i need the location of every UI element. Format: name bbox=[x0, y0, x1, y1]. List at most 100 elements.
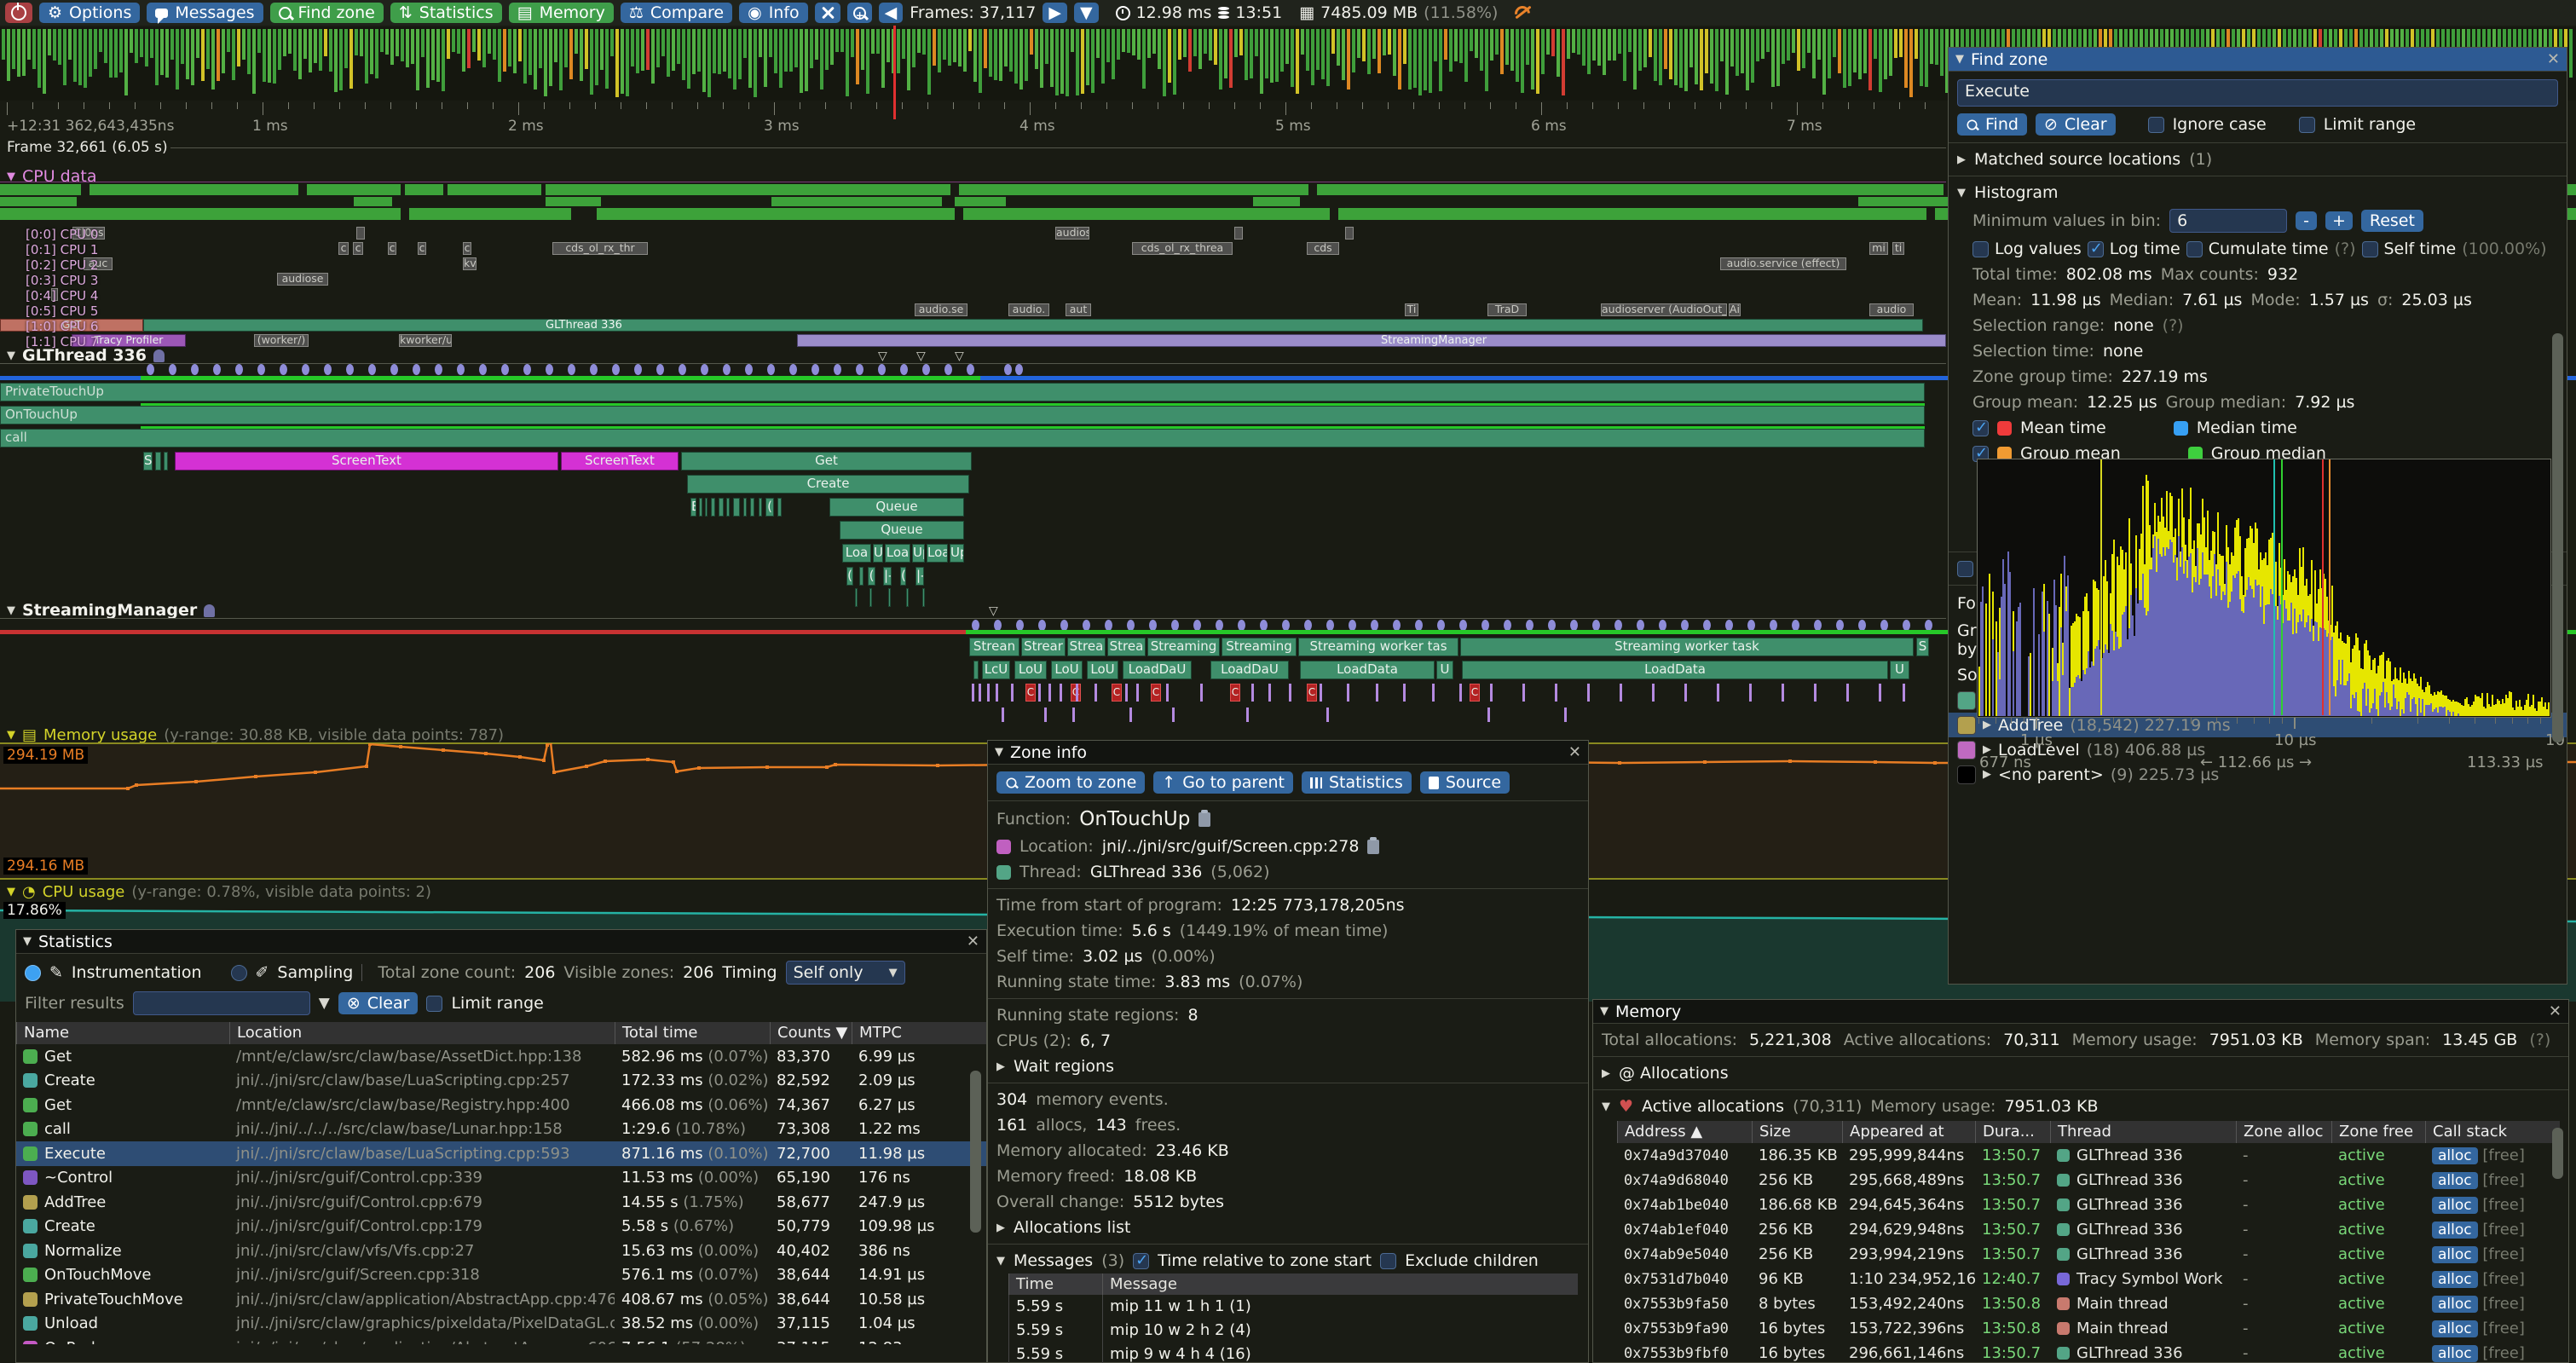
frame-bar[interactable] bbox=[779, 29, 783, 88]
frame-bar[interactable] bbox=[1746, 29, 1749, 90]
frame-bar[interactable] bbox=[1418, 29, 1422, 95]
frame-bar[interactable] bbox=[1071, 29, 1074, 52]
frame-bar[interactable] bbox=[1736, 29, 1739, 76]
frame-bar[interactable] bbox=[1689, 29, 1693, 67]
frame-bar[interactable] bbox=[1260, 29, 1263, 94]
collapsed-zone-dot[interactable] bbox=[745, 364, 753, 375]
zone-bar[interactable]: Loa bbox=[885, 544, 910, 563]
zone-bar[interactable] bbox=[164, 452, 168, 471]
frame-bar[interactable] bbox=[1444, 29, 1447, 60]
frame-bar[interactable] bbox=[78, 29, 82, 85]
collapsed-zone-dot[interactable] bbox=[235, 364, 243, 375]
frame-bar[interactable] bbox=[222, 29, 225, 73]
compare-button[interactable]: ⚖Compare bbox=[621, 3, 732, 23]
frame-bar[interactable] bbox=[1142, 29, 1146, 89]
frame-bar[interactable] bbox=[1700, 29, 1703, 90]
stats-column-header[interactable]: Location bbox=[229, 1022, 615, 1044]
frame-bar[interactable] bbox=[759, 29, 762, 57]
frame-bar[interactable] bbox=[390, 29, 394, 65]
frame-bar[interactable] bbox=[99, 29, 102, 52]
frame-bar[interactable] bbox=[580, 29, 583, 81]
collapsed-zone-dot[interactable] bbox=[856, 364, 863, 375]
frame-bar[interactable] bbox=[610, 29, 614, 56]
alloc-link[interactable]: alloc bbox=[2432, 1246, 2478, 1263]
frame-bar[interactable] bbox=[319, 29, 322, 71]
cpu-zone-bar[interactable] bbox=[1234, 227, 1243, 240]
frame-bar[interactable] bbox=[140, 29, 143, 57]
frame-bar[interactable] bbox=[1434, 29, 1437, 61]
frame-bar[interactable] bbox=[1306, 29, 1309, 71]
frame-bar[interactable] bbox=[1393, 29, 1396, 76]
cpu-usage-header[interactable]: ▼◔ CPU usage (y-range: 0.78%, visible da… bbox=[7, 883, 431, 901]
collapsed-zone-dot[interactable] bbox=[213, 364, 221, 375]
cpu-zone-bar[interactable]: (worker/) bbox=[254, 334, 309, 347]
collapsed-zone-dot[interactable] bbox=[435, 364, 442, 375]
frame-bar[interactable] bbox=[1771, 29, 1775, 87]
memory-column-header[interactable]: Call stack bbox=[2425, 1121, 2562, 1143]
statistics-table-header[interactable]: NameLocationTotal timeCounts ▼MTPC bbox=[16, 1022, 986, 1044]
frame-bar[interactable] bbox=[431, 29, 435, 80]
frame-bar[interactable] bbox=[201, 29, 205, 81]
frame-bar[interactable] bbox=[825, 29, 829, 70]
frame-bar[interactable] bbox=[1935, 29, 1938, 65]
memory-panel-titlebar[interactable]: ▼Memory ✕ bbox=[1593, 1000, 2568, 1024]
frame-bar[interactable] bbox=[984, 29, 987, 68]
frame-bar[interactable] bbox=[1106, 29, 1110, 62]
frame-bar[interactable] bbox=[1398, 29, 1401, 90]
bin-minus-button[interactable]: - bbox=[2296, 211, 2317, 230]
zone-bar[interactable] bbox=[888, 588, 891, 607]
frame-bar[interactable] bbox=[1296, 29, 1299, 94]
zone-bar[interactable]: Queue bbox=[829, 498, 964, 517]
collapsed-zone-dot[interactable] bbox=[479, 364, 487, 375]
frame-bar[interactable] bbox=[866, 29, 869, 94]
frame-bar[interactable] bbox=[1403, 29, 1406, 64]
frame-bar[interactable] bbox=[564, 29, 568, 67]
frame-bar[interactable] bbox=[1234, 29, 1238, 57]
frame-bar[interactable] bbox=[1838, 29, 1841, 73]
frame-bar[interactable] bbox=[682, 29, 685, 80]
zoom-tool-button[interactable] bbox=[847, 3, 872, 23]
frame-bar[interactable] bbox=[646, 29, 650, 70]
frame-bar[interactable] bbox=[288, 29, 292, 54]
legend-checkbox[interactable] bbox=[1972, 420, 1989, 436]
frame-bar[interactable] bbox=[1613, 29, 1616, 61]
findzone-scrollbar[interactable] bbox=[2552, 333, 2563, 742]
frame-bar[interactable] bbox=[1536, 29, 1539, 94]
frame-bar[interactable] bbox=[1357, 29, 1360, 58]
frame-bar[interactable] bbox=[22, 29, 26, 76]
frame-bar[interactable] bbox=[774, 29, 777, 73]
frame-bar[interactable] bbox=[32, 29, 36, 69]
frame-bar[interactable] bbox=[748, 29, 752, 88]
frame-bar[interactable] bbox=[979, 29, 982, 93]
table-row[interactable]: Get/mnt/e/claw/src/claw/base/AssetDict.h… bbox=[16, 1044, 986, 1069]
alloc-link[interactable]: alloc bbox=[2432, 1147, 2478, 1164]
frame-bar[interactable] bbox=[1567, 29, 1570, 59]
frame-bar[interactable] bbox=[1030, 29, 1033, 55]
frame-bar[interactable] bbox=[953, 29, 956, 62]
frame-bar[interactable] bbox=[1858, 29, 1862, 79]
frame-bar[interactable] bbox=[334, 29, 338, 92]
memory-column-header[interactable]: Address ▲ bbox=[1617, 1121, 1752, 1143]
collapsed-zone-dot[interactable] bbox=[723, 364, 731, 375]
frame-bar[interactable] bbox=[1659, 29, 1662, 85]
frame-bar[interactable] bbox=[1603, 29, 1606, 75]
frame-bar[interactable] bbox=[800, 29, 803, 93]
frame-bar[interactable] bbox=[1025, 29, 1028, 81]
zone-bar[interactable]: Get bbox=[681, 452, 972, 471]
frame-bar[interactable] bbox=[856, 29, 859, 84]
zone-bar[interactable]: ScreenText bbox=[175, 452, 558, 471]
collapsed-zone-dot[interactable] bbox=[257, 364, 265, 375]
collapsed-zone-dot[interactable] bbox=[324, 364, 332, 375]
frame-bar[interactable] bbox=[1874, 29, 1877, 59]
frame-bar[interactable] bbox=[769, 29, 772, 57]
frame-bar[interactable] bbox=[815, 29, 818, 60]
frame-bar[interactable] bbox=[488, 29, 491, 54]
frame-bar[interactable] bbox=[1669, 29, 1672, 79]
cpu-zone-bar[interactable]: c bbox=[418, 242, 426, 255]
frame-bar[interactable] bbox=[1848, 29, 1851, 86]
zone-bar[interactable]: ScreenText bbox=[561, 452, 679, 471]
streaming-section-header[interactable]: ▼StreamingManager bbox=[7, 601, 215, 620]
frame-bar[interactable] bbox=[232, 29, 235, 80]
zone-bar[interactable] bbox=[869, 588, 872, 607]
frame-bar[interactable] bbox=[1853, 29, 1857, 72]
